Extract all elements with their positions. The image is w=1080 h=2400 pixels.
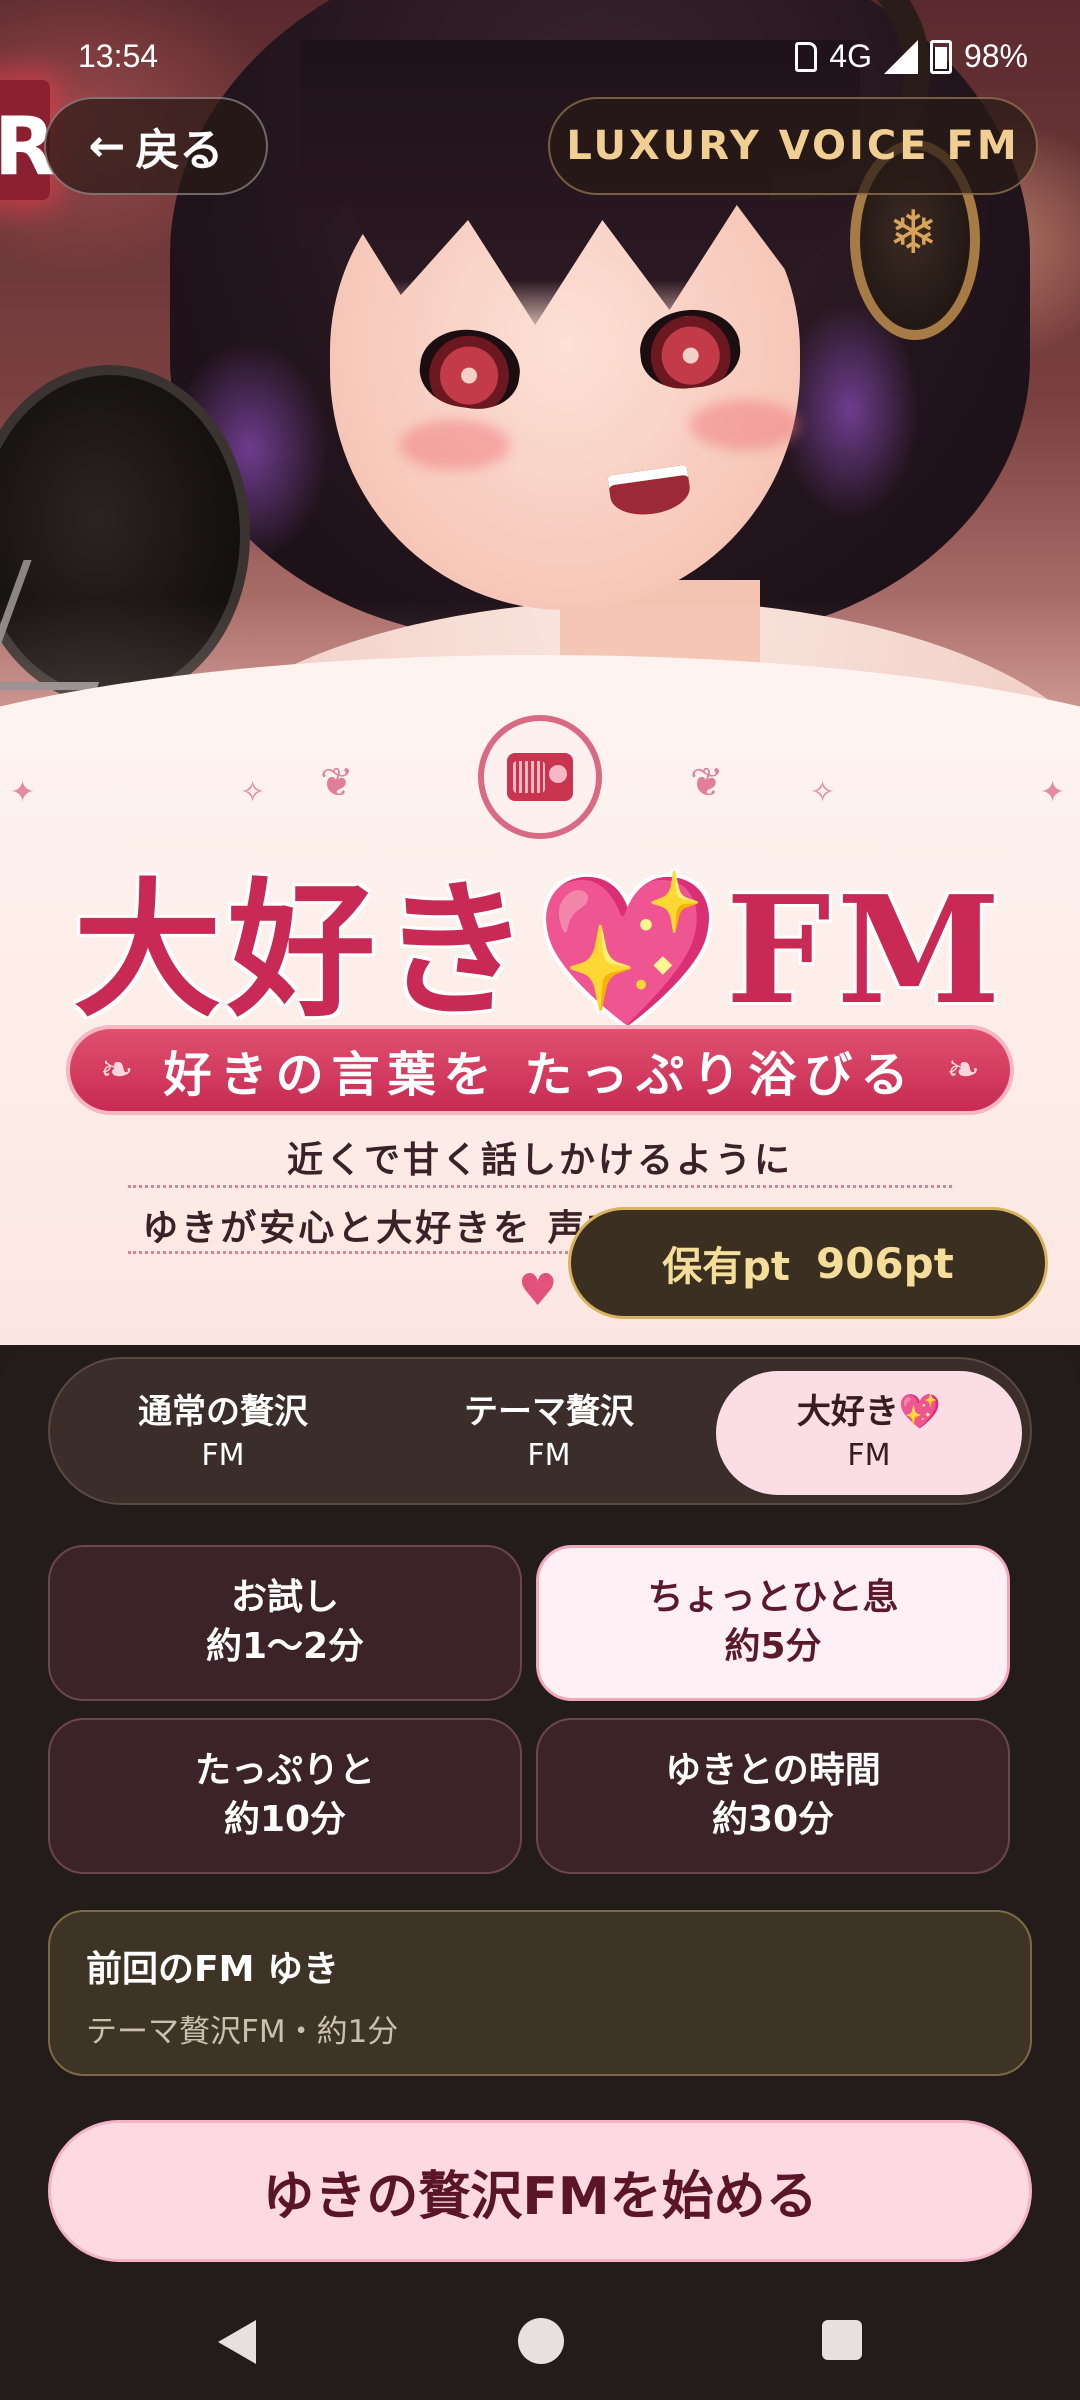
tab-daisuki[interactable]: 大好き💖 FM bbox=[716, 1371, 1022, 1495]
system-nav-bar bbox=[0, 2290, 1080, 2400]
radio-icon bbox=[478, 715, 602, 839]
tagline-ribbon: ❧ 好きの言葉を たっぷり浴びる ❧ bbox=[66, 1025, 1014, 1115]
battery-level: 98% bbox=[963, 38, 1028, 74]
banner-title: 大好き💖FM bbox=[73, 863, 1007, 1037]
signal-icon bbox=[883, 39, 918, 74]
duration-trial[interactable]: お試し 約1〜2分 bbox=[48, 1545, 522, 1701]
back-label: 戻る bbox=[135, 125, 224, 176]
brand-badge: LUXURY VOICE FM bbox=[548, 97, 1038, 195]
sparkle-icon: ✧ bbox=[240, 775, 266, 810]
back-arrow-icon: ← bbox=[88, 120, 126, 172]
nav-back-icon[interactable] bbox=[218, 2320, 256, 2364]
status-bar: 13:54 4G 98% bbox=[0, 0, 1080, 112]
duration-time-with-yuki[interactable]: ゆきとの時間 約30分 bbox=[536, 1718, 1010, 1874]
tab-theme-luxury[interactable]: テーマ贅沢 FM bbox=[396, 1371, 702, 1495]
points-label: 保有pt bbox=[662, 1244, 790, 1290]
heart-icon: ♥ bbox=[518, 1265, 558, 1316]
points-value: 906pt bbox=[815, 1238, 954, 1288]
banner-description-1: 近くで甘く話しかけるように bbox=[287, 1139, 793, 1181]
battery-icon bbox=[929, 39, 952, 74]
sparkle-icon: ✦ bbox=[1040, 775, 1066, 810]
sparkle-icon: ✧ bbox=[810, 775, 836, 810]
nav-home-icon[interactable] bbox=[518, 2318, 564, 2364]
duration-short-break[interactable]: ちょっとひと息 約5分 bbox=[536, 1545, 1010, 1701]
nav-recents-icon[interactable] bbox=[822, 2320, 862, 2360]
back-button[interactable]: ← 戻る bbox=[44, 97, 268, 195]
points-balance: 保有pt 906pt bbox=[568, 1207, 1048, 1319]
status-time: 13:54 bbox=[78, 38, 159, 74]
tab-normal-luxury[interactable]: 通常の贅沢 FM bbox=[70, 1371, 376, 1495]
sim-icon bbox=[795, 41, 818, 72]
duration-plenty[interactable]: たっぷりと 約10分 bbox=[48, 1718, 522, 1874]
heart-icon: 💖 bbox=[535, 865, 726, 1037]
previous-session-title: 前回のFM ゆき bbox=[86, 1949, 339, 1990]
sparkle-icon: ✦ bbox=[10, 775, 36, 810]
mode-tabs: 通常の贅沢 FM テーマ贅沢 FM 大好き💖 FM bbox=[48, 1357, 1032, 1505]
network-type: 4G bbox=[829, 38, 872, 74]
start-fm-button[interactable]: ゆきの贅沢FMを始める bbox=[48, 2120, 1032, 2262]
previous-session-detail: テーマ贅沢FM・約1分 bbox=[86, 2014, 399, 2050]
previous-session-card[interactable]: 前回のFM ゆき テーマ贅沢FM・約1分 bbox=[48, 1910, 1032, 2076]
